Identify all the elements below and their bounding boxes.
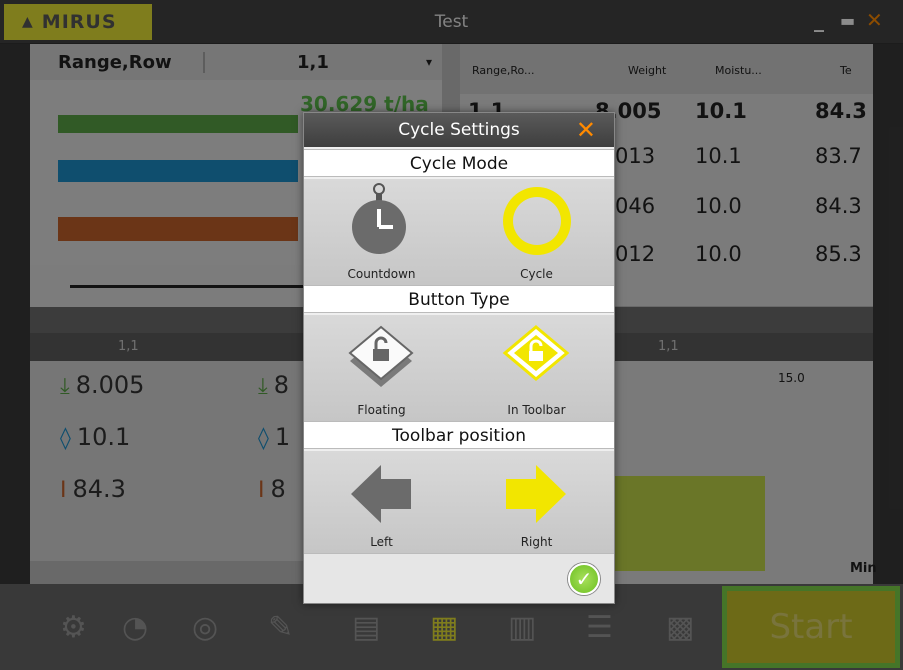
- cycle-mode-title: Cycle Mode: [304, 149, 614, 177]
- window-title: Test: [434, 12, 469, 32]
- cycle-settings-dialog: Cycle Settings ✕ Cycle Mode Countdown Cy…: [303, 112, 615, 604]
- right-option[interactable]: Right: [459, 451, 614, 553]
- toolbar-position-title: Toolbar position: [304, 421, 614, 449]
- cycle-icon: [503, 187, 571, 255]
- weight-bars: [58, 115, 298, 133]
- toolbar-button-icon: [502, 325, 570, 381]
- col-header-range: Range,Ro...: [472, 64, 535, 77]
- cell-moisture: 10.0: [695, 242, 742, 266]
- title-bar: ▲ MIRUS Test _ ▬ ✕: [0, 0, 903, 44]
- minimize-button[interactable]: _: [814, 8, 824, 32]
- settings-icon[interactable]: ⚙: [60, 610, 87, 645]
- left-label: Left: [370, 535, 393, 549]
- weight-icon: ⤓: [258, 374, 268, 399]
- weight-value-2: 8: [273, 371, 290, 399]
- start-button[interactable]: Start: [722, 586, 900, 668]
- col-header-moisture: Moistu...: [715, 64, 762, 77]
- maximize-button[interactable]: ▬: [840, 11, 855, 30]
- chart-bar: [610, 476, 765, 571]
- col-header-weight: Weight: [628, 64, 667, 77]
- section-right-label: 1,1: [658, 339, 679, 354]
- stopwatch-icon[interactable]: ◔: [122, 610, 148, 645]
- dialog-header: Cycle Settings ✕: [304, 113, 614, 147]
- table-icon[interactable]: ☰: [586, 610, 613, 645]
- arrow-right-icon: [506, 465, 566, 523]
- cell-temp: 85.3: [815, 242, 862, 266]
- countdown-label: Countdown: [347, 267, 416, 281]
- cell-moisture: 10.0: [695, 194, 742, 218]
- cell-moisture: 10.1: [695, 99, 747, 123]
- moisture-icon: ◊: [258, 426, 269, 451]
- temp-value: 84.3: [72, 475, 126, 503]
- table-header: Range,Ro... Weight Moistu... Te: [460, 44, 873, 94]
- temperature-icon: I: [60, 478, 67, 503]
- button-type-options: Floating In Toolbar: [304, 315, 614, 421]
- close-button[interactable]: ✕: [866, 8, 883, 32]
- col-header-temp: Te: [840, 64, 852, 77]
- toolbar-position-options: Left Right: [304, 451, 614, 553]
- chart-icon[interactable]: ▤: [352, 610, 380, 645]
- left-option[interactable]: Left: [304, 451, 459, 553]
- moisture-value: 10.1: [76, 423, 131, 451]
- min-label: Min: [850, 561, 877, 576]
- chart-value-label: 15.0: [778, 371, 805, 385]
- calculator-icon[interactable]: ▩: [666, 610, 694, 645]
- floating-label: Floating: [357, 403, 406, 417]
- chevron-down-icon: ▾: [425, 55, 432, 69]
- cell-moisture: 10.1: [695, 144, 742, 168]
- weight-icon: ⤓: [60, 374, 70, 399]
- dialog-footer: ✓: [304, 553, 614, 603]
- pencil-icon[interactable]: ✎: [268, 610, 293, 645]
- floating-button-icon: [348, 325, 414, 387]
- close-icon[interactable]: ✕: [576, 113, 596, 147]
- map-icon[interactable]: ▥: [508, 610, 536, 645]
- section-left-label: 1,1: [118, 339, 139, 354]
- compass-icon[interactable]: ◎: [192, 610, 218, 645]
- in-toolbar-option[interactable]: In Toolbar: [459, 315, 614, 421]
- cycle-option[interactable]: Cycle: [459, 179, 614, 285]
- button-type-title: Button Type: [304, 285, 614, 313]
- confirm-check-icon[interactable]: ✓: [568, 563, 600, 595]
- right-label: Right: [520, 535, 553, 549]
- temp-value-2: 8: [270, 475, 286, 503]
- in-toolbar-label: In Toolbar: [507, 403, 566, 417]
- cell-temp: 84.3: [815, 194, 862, 218]
- moisture-bars: [58, 160, 298, 182]
- cycle-label: Cycle: [520, 267, 553, 281]
- scroll-track: [70, 285, 330, 288]
- selector-label: Range,Row: [30, 51, 205, 73]
- stopwatch-icon: [352, 183, 406, 254]
- range-row-selector[interactable]: Range,Row 1,1 ▾: [30, 44, 442, 80]
- moisture-value-2: 1: [274, 423, 291, 451]
- moisture-icon: ◊: [60, 426, 71, 451]
- cell-temp: 83.7: [815, 144, 862, 168]
- dialog-title: Cycle Settings: [398, 120, 520, 140]
- cycle-mode-options: Countdown Cycle: [304, 179, 614, 285]
- countdown-option[interactable]: Countdown: [304, 179, 459, 285]
- arrow-left-icon: [351, 465, 411, 523]
- cell-temp: 84.3: [815, 99, 867, 123]
- weight-value: 8.005: [75, 371, 145, 399]
- floating-option[interactable]: Floating: [304, 315, 459, 421]
- grid-icon[interactable]: ▦: [430, 610, 458, 645]
- selector-value: 1,1: [297, 51, 329, 73]
- temperature-icon: I: [258, 478, 265, 503]
- temp-bars: [58, 217, 298, 241]
